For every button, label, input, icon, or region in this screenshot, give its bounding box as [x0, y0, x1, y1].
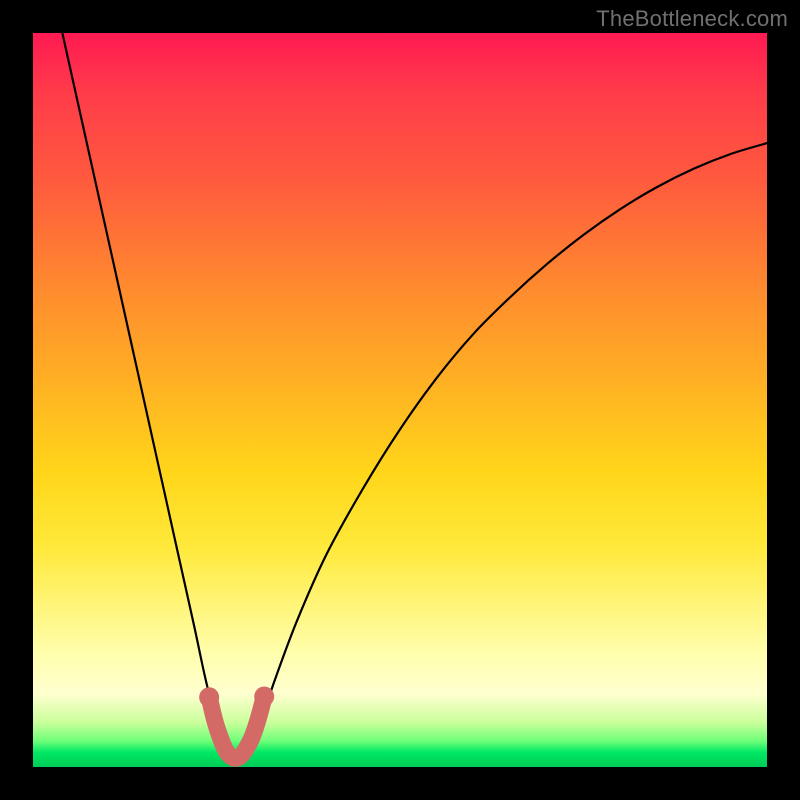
bottleneck-curve	[62, 33, 767, 760]
chart-svg	[33, 33, 767, 767]
plot-area	[33, 33, 767, 767]
chart-frame: TheBottleneck.com	[0, 0, 800, 800]
watermark-text: TheBottleneck.com	[596, 6, 788, 32]
optimal-marker	[199, 687, 274, 759]
